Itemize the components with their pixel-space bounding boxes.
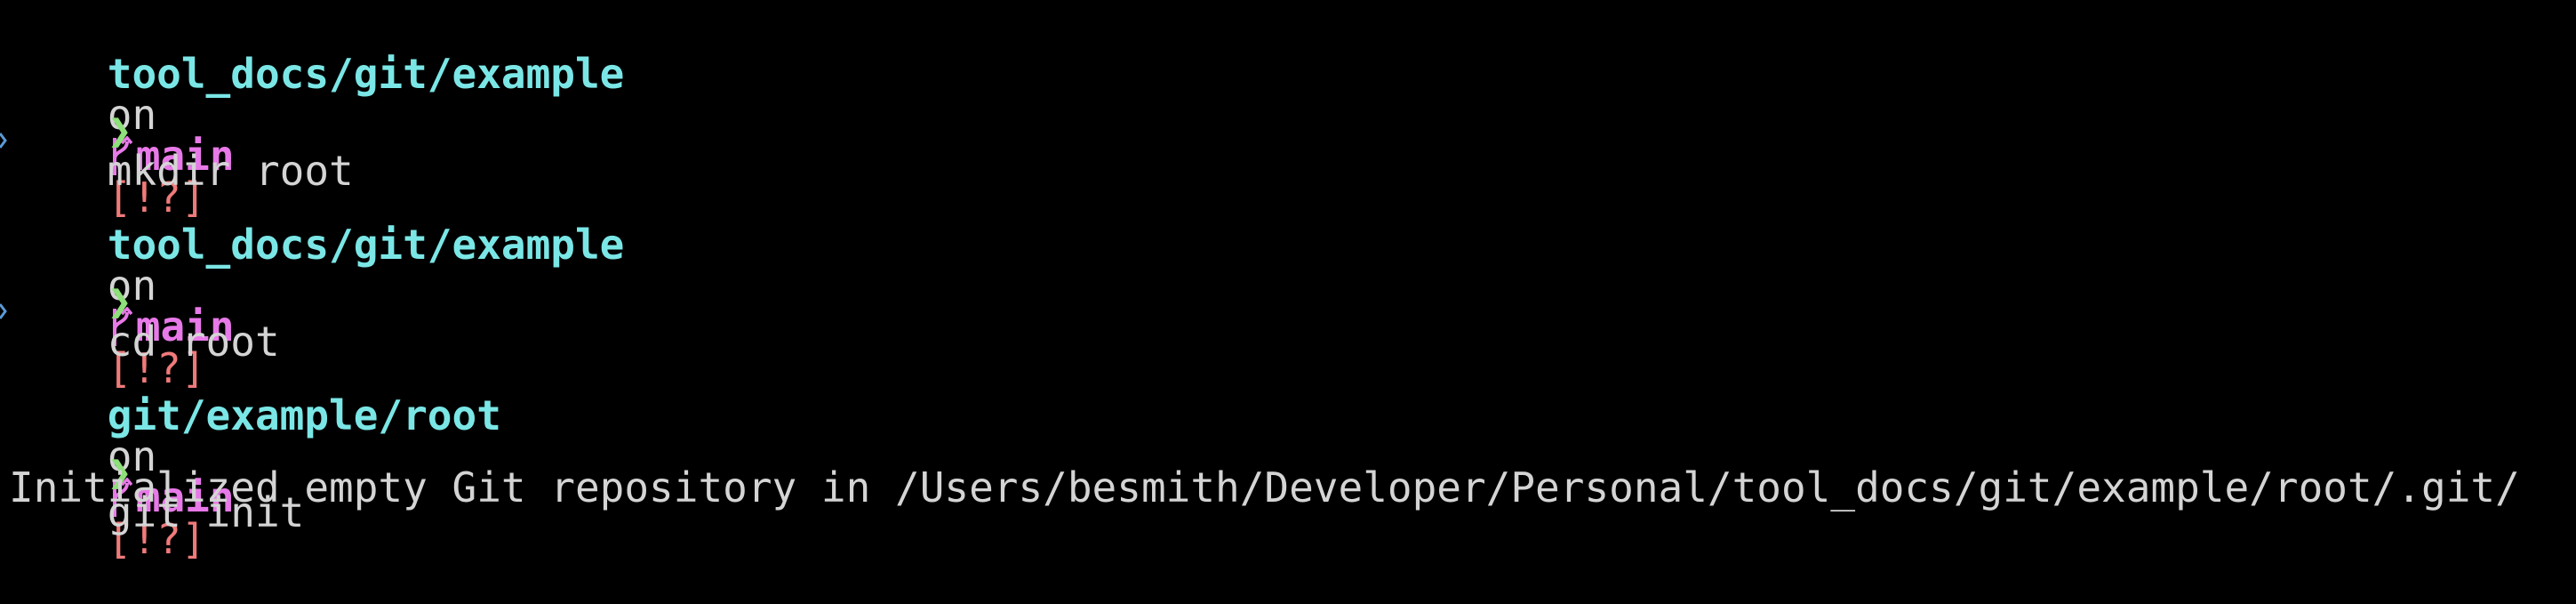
continuation-marker [0,303,7,319]
command-output: Initialized empty Git repository in /Use… [9,463,2520,511]
command-line-2: ❯ cd root [9,239,280,362]
continuation-marker [0,133,7,149]
command-line-1: ❯ mkdir root [9,68,354,191]
command-line-3: ❯ git init [9,410,305,533]
prompt-header-2: tool_docs/git/example on main [!?] [9,183,625,389]
terminal-window[interactable]: tool_docs/git/example on main [!?] ❯ mkd… [0,0,2576,560]
prompt-header-3: git/example/root on main [!?] [9,354,501,560]
prompt-header-1: tool_docs/git/example on main [!?] [9,12,625,218]
